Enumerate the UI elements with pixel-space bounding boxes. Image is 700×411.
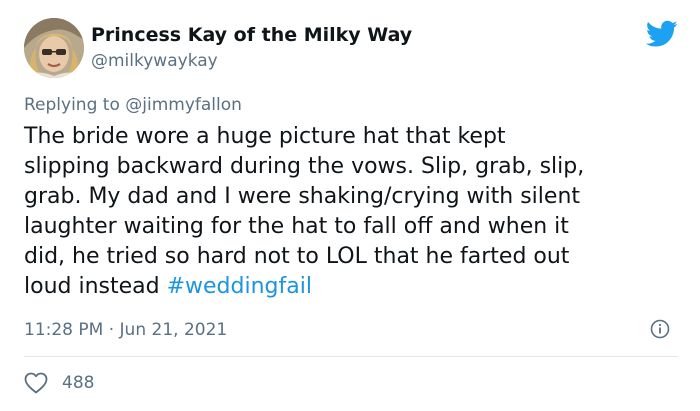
tweet-line: did, he tried so hard not to LOL that he… [24,244,570,269]
tweet-line: grab. My dad and I were shaking/crying w… [24,184,581,209]
heart-icon[interactable] [24,372,48,394]
reply-mention-link[interactable]: @jimmyfallon [125,95,242,115]
tweet-card: Princess Kay of the Milky Way @milkywayk… [0,0,700,411]
avatar[interactable] [24,18,84,78]
tweet-timestamp[interactable]: 11:28 PM · Jun 21, 2021 [24,320,227,340]
user-handle[interactable]: @milkywaykay [91,51,218,71]
replying-prefix: Replying to [24,95,126,115]
tweet-line: laughter waiting for the hat to fall off… [24,214,569,239]
tweet-line: The bride wore a huge picture hat that k… [24,124,506,149]
tweet-time: 11:28 PM [24,320,104,340]
tweet-line-text: loud instead [24,274,167,299]
meta-separator: · [103,320,120,340]
like-count: 488 [62,373,95,393]
tweet-line-last: loud instead #weddingfail [24,272,684,302]
replying-to: Replying to @jimmyfallon [24,95,242,115]
tweet-date: Jun 21, 2021 [119,320,228,340]
divider [24,356,678,357]
tweet-line: slipping backward during the vows. Slip,… [24,154,585,179]
info-icon[interactable] [650,319,670,339]
avatar-photo [24,18,84,78]
like-action[interactable]: 488 [24,371,94,395]
twitter-bird-icon[interactable] [646,20,678,48]
tweet-text: The bride wore a huge picture hat that k… [24,122,684,302]
hashtag-link[interactable]: #weddingfail [167,274,312,299]
display-name[interactable]: Princess Kay of the Milky Way [91,24,412,46]
